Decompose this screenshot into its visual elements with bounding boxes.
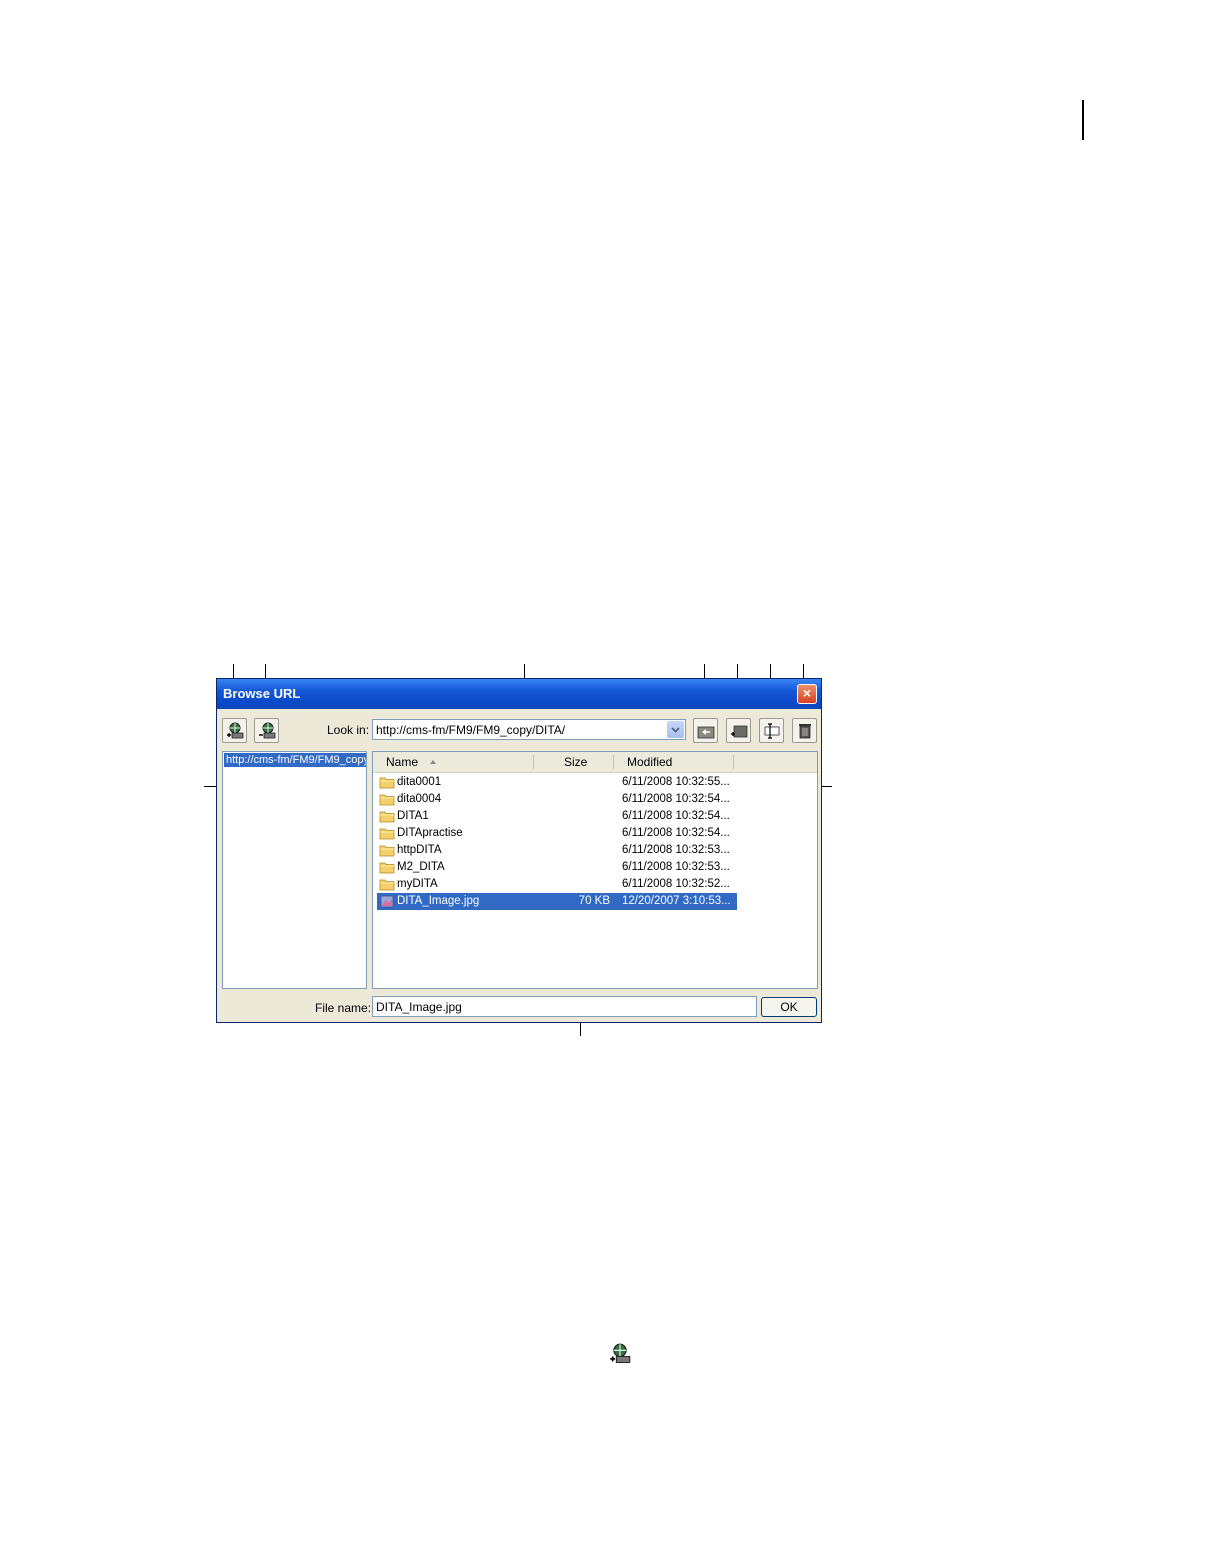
add-connection-button[interactable] (222, 718, 247, 743)
sort-ascending-icon (430, 760, 436, 764)
new-folder-icon (731, 725, 748, 738)
file-modified-cell: 6/11/2008 10:32:55... (622, 776, 730, 788)
file-name-cell: dita0004 (397, 793, 442, 805)
file-modified-cell: 6/11/2008 10:32:52... (622, 878, 730, 890)
look-in-label: Look in: (327, 723, 370, 737)
rename-icon (764, 723, 780, 739)
globe-add-icon (227, 722, 244, 739)
file-name-cell: DITA1 (397, 810, 429, 822)
image-file-icon (380, 895, 394, 908)
title-bar[interactable]: Browse URL × (217, 679, 821, 709)
delete-button[interactable] (792, 718, 817, 743)
column-header-size[interactable]: Size (564, 755, 587, 769)
file-modified-cell: 6/11/2008 10:32:54... (622, 810, 730, 822)
up-folder-icon (697, 726, 715, 739)
column-separator[interactable] (533, 755, 534, 769)
file-name-label: File name: (315, 1001, 372, 1015)
folder-icon (379, 879, 395, 891)
folder-icon (379, 811, 395, 823)
browse-url-dialog: Browse URL × Look in: http://cms-fm/FM9/… (216, 678, 822, 1023)
file-name-cell: M2_DITA (397, 861, 445, 873)
file-name-cell: dita0001 (397, 776, 442, 788)
folder-icon (379, 828, 395, 840)
remove-connection-button[interactable] (254, 718, 279, 743)
folder-icon (379, 862, 395, 874)
column-separator[interactable] (733, 755, 734, 769)
dialog-title: Browse URL (223, 686, 301, 701)
column-separator[interactable] (613, 755, 614, 769)
file-name-cell: httpDITA (397, 844, 442, 856)
file-modified-cell: 12/20/2007 3:10:53... (622, 895, 731, 907)
ok-button[interactable]: OK (761, 997, 817, 1017)
look-in-combo[interactable]: http://cms-fm/FM9/FM9_copy/DITA/ (372, 719, 686, 740)
folder-icon (379, 845, 395, 857)
file-modified-cell: 6/11/2008 10:32:54... (622, 827, 730, 839)
file-modified-cell: 6/11/2008 10:32:53... (622, 861, 730, 873)
page-marker-rule (1082, 100, 1084, 140)
column-header-modified[interactable]: Modified (627, 755, 672, 769)
file-list[interactable]: Name Size Modified dita0001 6/11/2008 10:… (372, 751, 818, 989)
file-name-value: DITA_Image.jpg (376, 1000, 462, 1014)
connection-item[interactable]: http://cms-fm/FM9/FM9_copy/DITA/ (224, 753, 366, 767)
file-name-input[interactable]: DITA_Image.jpg (372, 996, 757, 1017)
file-name-cell: DITApractise (397, 827, 463, 839)
folder-icon (379, 794, 395, 806)
file-list-header: Name Size Modified (373, 752, 817, 773)
globe-add-icon (610, 1343, 631, 1364)
file-size-cell: 70 KB (578, 895, 610, 907)
chevron-down-icon[interactable] (667, 721, 684, 738)
globe-remove-icon (259, 722, 276, 739)
up-one-level-button[interactable] (693, 718, 718, 743)
file-row[interactable]: DITA_Image.jpg 70 KB 12/20/2007 3:10:53... (377, 893, 737, 910)
trash-icon (799, 724, 811, 739)
rename-button[interactable] (759, 718, 784, 743)
file-modified-cell: 6/11/2008 10:32:54... (622, 793, 730, 805)
file-modified-cell: 6/11/2008 10:32:53... (622, 844, 730, 856)
file-name-cell: myDITA (397, 878, 438, 890)
file-name-cell: DITA_Image.jpg (397, 895, 480, 907)
connections-pane[interactable]: http://cms-fm/FM9/FM9_copy/DITA/ (222, 751, 367, 989)
new-folder-button[interactable] (726, 718, 751, 743)
look-in-value: http://cms-fm/FM9/FM9_copy/DITA/ (376, 723, 566, 737)
column-header-name[interactable]: Name (386, 755, 418, 769)
folder-icon (379, 777, 395, 789)
close-button[interactable]: × (797, 684, 817, 704)
